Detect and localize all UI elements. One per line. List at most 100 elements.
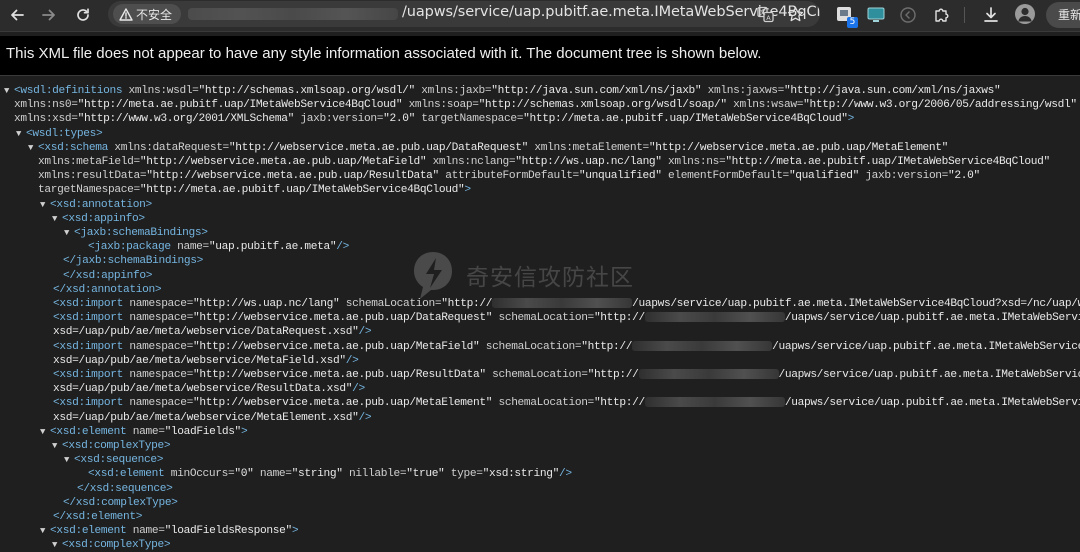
xml-line: </xsd:complexType>: [63, 496, 178, 510]
collapse-triangle-icon[interactable]: ▼: [16, 127, 26, 141]
xml-line: xsd=/uap/pub/ae/meta/webservice/ResultDa…: [53, 382, 365, 396]
xml-tag: <xsd:import: [53, 312, 130, 325]
xml-line: </xsd:element>: [53, 510, 142, 524]
xml-attribute-name: xmlns:metaElement=: [534, 141, 649, 154]
update-button[interactable]: 重新: [1046, 2, 1080, 28]
xml-tag: </xsd:complexType>: [63, 496, 178, 509]
xml-attribute-value: "http://webservice.meta.ae.pub.uap/MetaE…: [648, 141, 949, 154]
bookmark-star-icon[interactable]: [786, 5, 804, 23]
xml-attribute-name: xmlns:xsd=: [14, 113, 78, 126]
xml-line[interactable]: ▼ <wsdl:definitions xmlns:wsdl="http://sc…: [4, 84, 1001, 98]
xml-attribute-name: namespace=: [129, 340, 194, 353]
xml-line: xsd=/uap/pub/ae/meta/webservice/MetaFiel…: [53, 354, 359, 368]
xml-attribute-value: /uapws/service/uap.pubitf.ae.meta.IMetaW…: [784, 312, 1080, 325]
xml-tag: </xsd:appinfo>: [63, 269, 153, 282]
xml-attribute-name: xmlns:dataRequest=: [114, 141, 229, 154]
user-icon: [1018, 7, 1032, 22]
xml-line[interactable]: ▼ <xsd:appinfo>: [52, 212, 145, 226]
extensions-puzzle-icon[interactable]: [931, 4, 953, 26]
xml-line[interactable]: ▼ <xsd:schema xmlns:dataRequest="http://w…: [28, 141, 948, 155]
forward-button[interactable]: [37, 3, 61, 27]
xml-attribute-value: /uapws/service/uap.pubitf.ae.meta.IMetaW…: [772, 340, 1080, 353]
xml-tag: <wsdl:definitions: [14, 85, 129, 97]
xml-attribute-value: "xsd:string": [482, 468, 560, 481]
xml-line: <xsd:import namespace="http://webservice…: [53, 311, 1080, 325]
xml-attribute-name: namespace=: [129, 397, 194, 410]
xml-line: <xsd:import namespace="http://webservice…: [53, 340, 1080, 354]
collapse-triangle-icon[interactable]: ▼: [40, 198, 50, 212]
xml-attribute-name: schemaLocation=: [498, 397, 594, 410]
xml-attribute-name: jaxb:version=: [865, 170, 949, 183]
xml-attribute-name: xmlns:ns0=: [14, 99, 78, 112]
xml-tag: <xsd:import: [53, 298, 130, 310]
browser-toolbar: 不安全 /uapws/service/uap.pubitf.ae.meta.IM…: [0, 0, 1080, 32]
xml-line[interactable]: ▼ <wsdl:types>: [16, 127, 103, 141]
security-chip[interactable]: 不安全: [113, 4, 181, 24]
forward-arrow-icon: [42, 9, 55, 21]
xml-attribute-value: "unqualified": [578, 170, 669, 183]
xml-attribute-name: name=: [259, 468, 292, 481]
reload-button[interactable]: [71, 3, 95, 27]
extension-badge: 5: [847, 17, 858, 28]
xml-attribute-value: "http://meta.ae.pubitf.uap/IMetaWebServi…: [523, 113, 848, 126]
xml-attribute-value: "http://: [581, 340, 633, 353]
xml-line: <xsd:import namespace="http://webservice…: [53, 396, 1080, 410]
collapse-triangle-icon[interactable]: ▼: [40, 425, 50, 439]
xml-attribute-value: "http://java.sun.com/xml/ns/jaxws": [784, 85, 1001, 97]
xml-style-notice: This XML file does not appear to have an…: [0, 36, 1080, 76]
extension-icon-1[interactable]: 5: [834, 4, 858, 28]
collapse-triangle-icon[interactable]: ▼: [4, 84, 14, 98]
xml-line: </xsd:appinfo>: [63, 269, 152, 283]
xml-tag: >: [464, 184, 471, 197]
collapse-triangle-icon[interactable]: ▼: [52, 439, 62, 453]
xml-line[interactable]: ▼ <xsd:element name="loadFields">: [40, 425, 248, 439]
xml-attribute-name: schemaLocation=: [498, 312, 594, 325]
xml-attribute-value: "http://meta.ae.pubitf.uap/IMetaWebServi…: [139, 184, 465, 197]
xml-tag: <xsd:import: [53, 340, 130, 353]
xml-attribute-value: "uap.pubitf.ae.meta": [208, 241, 337, 254]
xml-tag: </xsd:sequence>: [77, 482, 173, 495]
redacted-host: [644, 397, 785, 408]
xml-line[interactable]: ▼ <xsd:sequence>: [64, 453, 163, 467]
collapse-triangle-icon[interactable]: ▼: [64, 226, 74, 240]
xml-tag: <jaxb:schemaBindings>: [74, 227, 208, 239]
download-icon[interactable]: [980, 4, 1002, 26]
xml-attribute-name: namespace=: [129, 369, 194, 381]
xml-line[interactable]: ▼ <xsd:annotation>: [40, 198, 152, 212]
xml-attribute-value: "http://webservice.meta.ae.pub.uap/MetaE…: [193, 397, 499, 410]
xml-attribute-value: xsd=/uap/pub/ae/meta/webservice/MetaElem…: [53, 411, 359, 424]
xml-attribute-name: targetNamespace=: [421, 113, 524, 126]
xml-attribute-name: namespace=: [129, 298, 194, 310]
notice-text: This XML file does not appear to have an…: [6, 45, 762, 62]
svg-text:文: 文: [759, 8, 765, 16]
xml-line: </xsd:sequence>: [77, 482, 173, 496]
redacted-host: [638, 369, 779, 380]
collapse-triangle-icon[interactable]: ▼: [40, 524, 50, 538]
address-bar[interactable]: 不安全 /uapws/service/uap.pubitf.ae.meta.IM…: [108, 1, 820, 27]
disabled-extension-icon[interactable]: [897, 4, 919, 26]
xml-line: <jaxb:package name="uap.pubitf.ae.meta"/…: [88, 240, 349, 254]
xml-attribute-name: schemaLocation=: [485, 340, 582, 353]
collapse-triangle-icon[interactable]: ▼: [28, 141, 38, 155]
xml-line[interactable]: ▼ <xsd:complexType>: [52, 439, 171, 453]
xml-tag: />: [345, 354, 359, 367]
xml-line[interactable]: ▼ <xsd:element name="loadFieldsResponse">: [40, 524, 299, 538]
xml-line[interactable]: ▼ <xsd:complexType>: [52, 538, 171, 552]
xml-attribute-value: "qualified": [788, 170, 866, 183]
xml-attribute-value: "http://: [593, 312, 645, 325]
xml-attribute-name: name=: [132, 425, 165, 438]
translate-icon[interactable]: A文: [756, 5, 774, 23]
xml-tag: <xsd:element: [50, 525, 133, 538]
collapse-triangle-icon[interactable]: ▼: [52, 212, 62, 226]
xml-line: </xsd:annotation>: [53, 283, 162, 297]
collapse-triangle-icon[interactable]: ▼: [64, 453, 74, 467]
back-button[interactable]: [5, 3, 29, 27]
svg-text:A: A: [766, 14, 771, 22]
collapse-triangle-icon[interactable]: ▼: [52, 538, 62, 552]
monitor-extension-icon[interactable]: [865, 4, 887, 26]
xml-line: xsd=/uap/pub/ae/meta/webservice/MetaElem…: [53, 411, 372, 425]
xml-line: <xsd:import namespace="http://webservice…: [53, 368, 1080, 382]
xml-line[interactable]: ▼ <jaxb:schemaBindings>: [64, 226, 208, 240]
xml-tag: />: [352, 383, 365, 396]
profile-avatar[interactable]: [1015, 4, 1035, 24]
